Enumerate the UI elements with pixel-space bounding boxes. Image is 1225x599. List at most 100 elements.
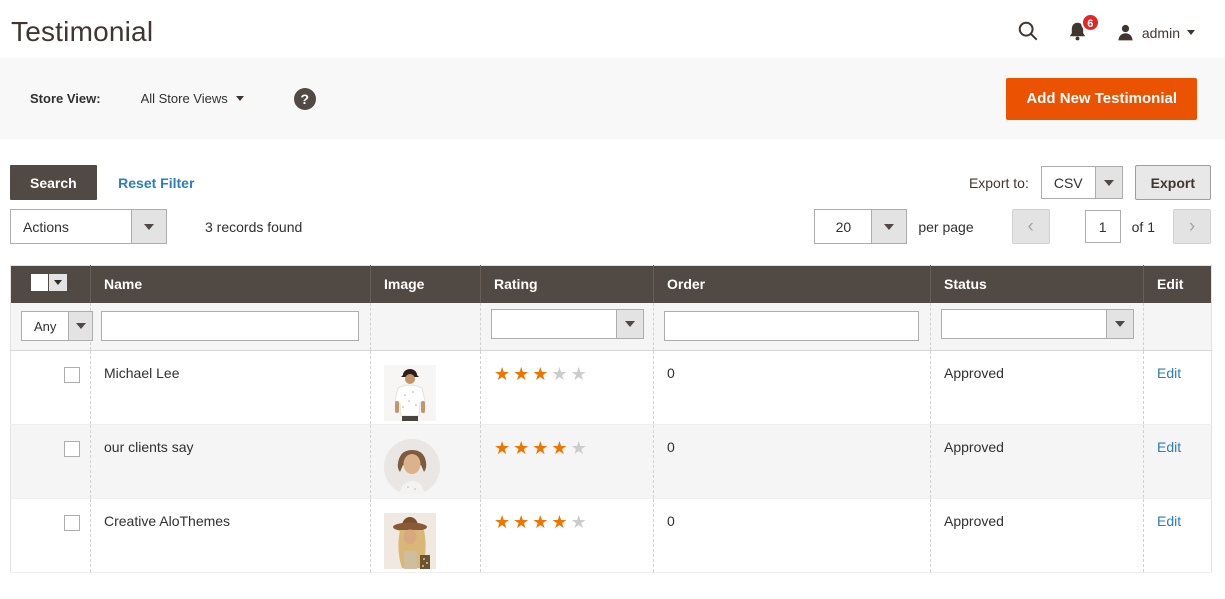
column-header-order[interactable]: Order <box>654 266 931 303</box>
row-checkbox[interactable] <box>64 441 80 457</box>
cell-name: our clients say <box>91 425 371 499</box>
store-view-panel: Store View: All Store Views ? Add New Te… <box>0 58 1225 139</box>
cell-status: Approved <box>931 351 1144 425</box>
export-button[interactable]: Export <box>1135 165 1211 200</box>
previous-page-button[interactable]: ‹ <box>1012 209 1050 244</box>
cell-status: Approved <box>931 499 1144 573</box>
select-all-checkbox[interactable] <box>31 274 48 291</box>
name-filter-input[interactable] <box>101 311 359 341</box>
star-filled-icon: ★ <box>551 512 570 532</box>
star-empty-icon: ★ <box>551 364 570 384</box>
table-row[interactable]: our clients say ★★★★★ 0 Approved Edit <box>11 425 1212 499</box>
page-total-label: of 1 <box>1132 219 1155 235</box>
search-reset-group: Search Reset Filter <box>10 165 194 200</box>
column-header-status[interactable]: Status <box>931 266 1144 303</box>
cell-order: 0 <box>654 351 931 425</box>
grid-filter-row: Any <box>11 303 1212 351</box>
order-filter-input[interactable] <box>664 311 919 341</box>
mass-actions-value: Actions <box>11 210 131 243</box>
reset-filter-link[interactable]: Reset Filter <box>118 175 194 191</box>
table-row[interactable]: Creative AloThemes ★★★★★ 0 Approved Edit <box>11 499 1212 573</box>
mass-actions-select[interactable]: Actions <box>10 209 167 244</box>
export-format-select[interactable]: CSV <box>1041 166 1123 199</box>
store-view-label: Store View: <box>30 91 101 106</box>
star-filled-icon: ★ <box>532 512 551 532</box>
edit-link[interactable]: Edit <box>1157 513 1181 529</box>
chevron-down-icon <box>68 312 92 340</box>
add-new-testimonial-button[interactable]: Add New Testimonial <box>1006 78 1197 120</box>
table-row[interactable]: Michael Lee ★★★★★ 0 Approved Edit <box>11 351 1212 425</box>
admin-username: admin <box>1142 25 1180 41</box>
photo-woman-with-hat <box>384 513 436 569</box>
chevron-down-icon <box>131 210 166 243</box>
status-filter-select[interactable] <box>941 309 1134 339</box>
column-header-edit: Edit <box>1144 266 1212 303</box>
star-filled-icon: ★ <box>551 438 570 458</box>
current-page-input[interactable] <box>1085 210 1121 243</box>
rating-stars: ★★★★★ <box>494 512 590 532</box>
star-filled-icon: ★ <box>513 512 532 532</box>
star-empty-icon: ★ <box>571 512 590 532</box>
admin-user-menu[interactable]: admin <box>1116 23 1195 42</box>
next-page-button[interactable]: › <box>1173 209 1211 244</box>
chevron-down-icon <box>1106 310 1133 338</box>
star-filled-icon: ★ <box>513 438 532 458</box>
records-found-text: 3 records found <box>205 219 302 235</box>
row-checkbox[interactable] <box>64 367 80 383</box>
chevron-down-icon <box>871 210 906 243</box>
rating-stars: ★★★★★ <box>494 364 590 384</box>
star-filled-icon: ★ <box>513 364 532 384</box>
star-filled-icon: ★ <box>494 512 513 532</box>
chevron-down-icon <box>236 96 244 101</box>
star-empty-icon: ★ <box>571 438 590 458</box>
page-header: Testimonial 6 admin <box>0 0 1225 58</box>
page-title: Testimonial <box>11 16 153 48</box>
help-icon[interactable]: ? <box>294 88 316 110</box>
star-filled-icon: ★ <box>494 438 513 458</box>
search-icon[interactable] <box>1017 20 1039 45</box>
export-group: Export to: CSV Export <box>969 165 1211 200</box>
notification-count-badge: 6 <box>1081 13 1100 32</box>
store-view-selected: All Store Views <box>141 91 228 106</box>
star-filled-icon: ★ <box>494 364 513 384</box>
row-checkbox[interactable] <box>64 515 80 531</box>
column-header-name[interactable]: Name <box>91 266 371 303</box>
grid-controls-bar: Actions 3 records found 20 per page ‹ of… <box>10 209 1211 244</box>
testimonial-grid: Name Image Rating Order Status Edit Any <box>10 265 1212 573</box>
select-all-column-header <box>11 266 91 303</box>
column-header-rating[interactable]: Rating <box>481 266 654 303</box>
cell-order: 0 <box>654 425 931 499</box>
cell-name: Creative AloThemes <box>91 499 371 573</box>
rating-stars: ★★★★★ <box>494 438 590 458</box>
per-page-select[interactable]: 20 <box>814 209 907 244</box>
star-filled-icon: ★ <box>532 364 551 384</box>
edit-link[interactable]: Edit <box>1157 365 1181 381</box>
store-view-switcher[interactable]: All Store Views <box>141 91 244 106</box>
select-mode-value: Any <box>22 312 68 340</box>
chevron-down-icon <box>1187 30 1195 35</box>
edit-link[interactable]: Edit <box>1157 439 1181 455</box>
per-page-label: per page <box>918 219 973 235</box>
grid-header-row: Name Image Rating Order Status Edit <box>11 266 1212 303</box>
chevron-down-icon <box>1095 167 1122 198</box>
header-icons: 6 admin <box>1017 12 1195 45</box>
notifications-bell-icon[interactable]: 6 <box>1067 21 1088 45</box>
rating-filter-select[interactable] <box>491 309 644 339</box>
select-all-dropdown[interactable] <box>31 274 67 291</box>
select-mode-filter[interactable]: Any <box>21 311 93 341</box>
export-to-label: Export to: <box>969 175 1029 191</box>
star-filled-icon: ★ <box>532 438 551 458</box>
per-page-value: 20 <box>815 210 871 243</box>
search-export-bar: Search Reset Filter Export to: CSV Expor… <box>10 165 1211 200</box>
export-format-value: CSV <box>1042 167 1095 198</box>
cell-name: Michael Lee <box>91 351 371 425</box>
photo-young-man-portrait <box>384 439 440 495</box>
photo-michael-lee <box>384 365 436 421</box>
cell-status: Approved <box>931 425 1144 499</box>
user-icon <box>1116 23 1135 42</box>
star-empty-icon: ★ <box>571 364 590 384</box>
column-header-image[interactable]: Image <box>371 266 481 303</box>
chevron-down-icon <box>616 310 643 338</box>
cell-order: 0 <box>654 499 931 573</box>
search-button[interactable]: Search <box>10 165 97 200</box>
